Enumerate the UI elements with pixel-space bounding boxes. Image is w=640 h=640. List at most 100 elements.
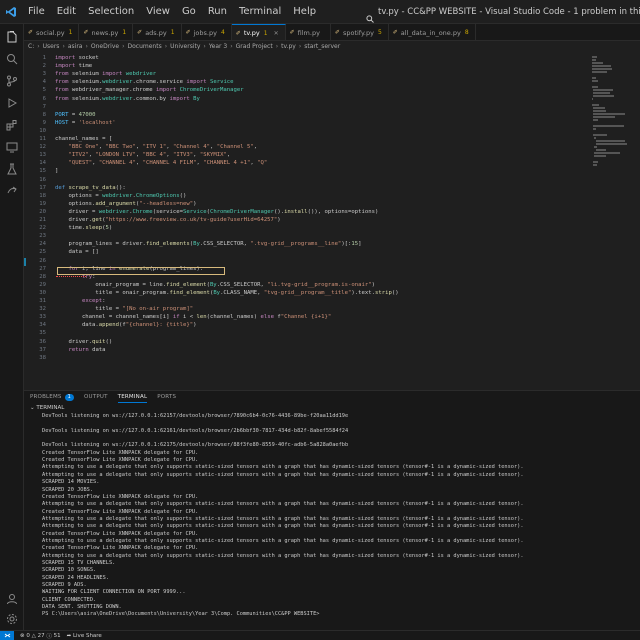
breadcrumb-item[interactable]: Year 3 [209,43,227,50]
breadcrumb-item[interactable]: Documents [128,43,162,50]
breadcrumb-item[interactable]: Grad Project [236,43,273,50]
terminal-line: SCRAPED 14 MOVIES. [42,479,100,486]
breadcrumb-item[interactable]: start_server [304,43,340,50]
terminal-section-header[interactable]: ⌄ TERMINAL [30,405,64,411]
tab-tv-py[interactable]: ✐ tv.py 1 ✕ [231,24,286,40]
code-line[interactable]: 4 from selenium.webdriver.chrome.service … [24,78,640,86]
code-editor[interactable]: 1 import socket 2 import time 3 from selenium… [24,52,640,390]
code-line[interactable]: 18 options = webdriver.ChromeOptions() [24,192,640,200]
code-line[interactable]: 16 [24,176,640,184]
minimap-line [593,134,608,136]
code-line[interactable]: 32 title = "[No on-air program]" [24,305,640,313]
live-share-status[interactable]: ➦ Live Share [67,633,102,639]
minimap-line [593,89,613,91]
code-line[interactable]: 29 onair_program = line.find_element(By.… [24,281,640,289]
run-debug-icon[interactable] [0,92,24,114]
code-line[interactable]: 17 def scrape_tv_data(): [24,184,640,192]
live-share-icon[interactable] [0,180,24,202]
panel-tab-ports[interactable]: PORTS [157,394,176,400]
editor-tabs: ✐ social.py 1 ✐ news.py 1 ✐ ads.py 1 ✐ jobs.py 4 ✐ tv… [24,24,640,41]
code-line[interactable]: 38 [24,354,640,362]
extensions-icon[interactable] [0,114,24,136]
tab-badge: 1 [263,29,268,37]
breadcrumb-item[interactable]: asira [68,43,83,50]
remote-indicator-icon[interactable] [0,630,14,640]
line-number: 4 [42,79,46,86]
code-line[interactable]: 25 data = [] [24,248,640,256]
code-line[interactable]: 34 data.append(f"{channel}: {title}") [24,321,640,329]
code-line[interactable]: 31 except: [24,297,640,305]
menu-item-terminal[interactable]: Terminal [233,0,287,24]
breadcrumb-item[interactable]: C: [28,43,34,50]
code-line[interactable]: 37 return data [24,346,640,354]
code-line[interactable]: 15] [24,167,640,175]
menu-item-file[interactable]: File [22,0,51,24]
info-icon: ⓘ [46,633,52,640]
terminal-output[interactable]: DevTools listening on ws://127.0.0.1:621… [42,413,638,629]
panel-tab-output[interactable]: OUTPUT [84,394,108,400]
code-line[interactable]: 2 import time [24,62,640,70]
terminal-line: SCRAPED 9 ADS. [42,582,87,589]
code-line[interactable]: 10 [24,127,640,135]
code-line[interactable]: 26 [24,257,640,265]
code-line[interactable]: 24 program_lines = driver.find_elements(… [24,240,640,248]
code-line[interactable]: 5 from webdriver_manager.chrome import Ch… [24,86,640,94]
code-line[interactable]: 20 driver = webdriver.Chrome(service=Ser… [24,208,640,216]
menu-item-view[interactable]: View [140,0,176,24]
tab-all_data_in_one-py[interactable]: ✐ all_data_in_one.py 8 [388,24,476,40]
breadcrumb-item[interactable]: Users [43,43,60,50]
code-line[interactable]: 11 channel_names = [ [24,135,640,143]
source-control-icon[interactable] [0,70,24,92]
code-line[interactable]: 30 title = onair_program.find_element(By… [24,289,640,297]
code-line[interactable]: 12 "BBC One", "BBC Two", "ITV 1", "Chann… [24,143,640,151]
code-line[interactable]: 22 time.sleep(5) [24,224,640,232]
code-line[interactable]: 1 import socket [24,54,640,62]
code-line[interactable]: 36 driver.quit() [24,338,640,346]
code-line[interactable]: 23 [24,232,640,240]
code-line[interactable]: 14 "QUEST", "CHANNEL 4", "CHANNEL 4 FILM… [24,159,640,167]
line-number: 21 [39,217,46,223]
explorer-icon[interactable] [0,26,24,48]
breadcrumb-item[interactable]: OneDrive [91,43,119,50]
code-line[interactable]: 9 HOST = 'localhost' [24,119,640,127]
menu-item-selection[interactable]: Selection [82,0,140,24]
remote-explorer-icon[interactable] [0,136,24,158]
account-icon[interactable] [0,588,24,610]
code-line[interactable]: 13 "ITV2", "LONDON LTV", "BBC 4", "ITV3"… [24,151,640,159]
testing-icon[interactable] [0,158,24,180]
panel-tab-problems[interactable]: PROBLEMS 1 [30,393,75,401]
close-icon[interactable]: ✕ [274,30,279,37]
problems-status[interactable]: ⊗ 0 △ 27 ⓘ 51 [20,632,61,640]
menu-item-help[interactable]: Help [287,0,322,24]
python-file-icon: ✐ [235,29,241,37]
line-number: 16 [39,176,46,183]
panel-tab-terminal[interactable]: TERMINAL [117,392,148,403]
menu-item-go[interactable]: Go [176,0,202,24]
breadcrumb-item[interactable]: tv.py [281,43,296,50]
code-line[interactable]: 35 [24,329,640,337]
line-number: 37 [39,346,46,353]
breadcrumb-item[interactable]: University [170,43,200,50]
code-line[interactable]: 21 driver.get("https://www.freeview.co.u… [24,216,640,224]
manage-gear-icon[interactable] [0,608,24,630]
code-line[interactable]: 19 options.add_argument("--headless=new"… [24,200,640,208]
tab-news-py[interactable]: ✐ news.py 1 [79,24,134,40]
terminal-line: DevTools listening on ws://127.0.0.1:621… [42,442,349,449]
search-view-icon[interactable] [0,48,24,70]
menu-item-edit[interactable]: Edit [51,0,82,24]
code-line[interactable]: 8 PORT = 47000 [24,111,640,119]
code-text: onair_program = line.find_element(By.CSS… [55,281,375,288]
tab-jobs-py[interactable]: ✐ jobs.py 4 [181,24,232,40]
minimap[interactable] [590,52,630,382]
tab-spotify-py[interactable]: ✐ spotify.py 5 [330,24,389,40]
code-line[interactable]: 3 from selenium import webdriver [24,70,640,78]
terminal-header-label: TERMINAL [36,405,65,411]
tab-social-py[interactable]: ✐ social.py 1 [24,24,80,40]
code-line[interactable]: 7 [24,103,640,111]
tab-ads-py[interactable]: ✐ ads.py 1 [133,24,182,40]
tab-film-py[interactable]: ✐ film.py [285,24,331,40]
breadcrumb-separator: › [203,43,206,50]
code-line[interactable]: 33 channel = channel_names[i] if i < len… [24,313,640,321]
menu-item-run[interactable]: Run [202,0,233,24]
code-line[interactable]: 6 from selenium.webdriver.common.by impor… [24,95,640,103]
